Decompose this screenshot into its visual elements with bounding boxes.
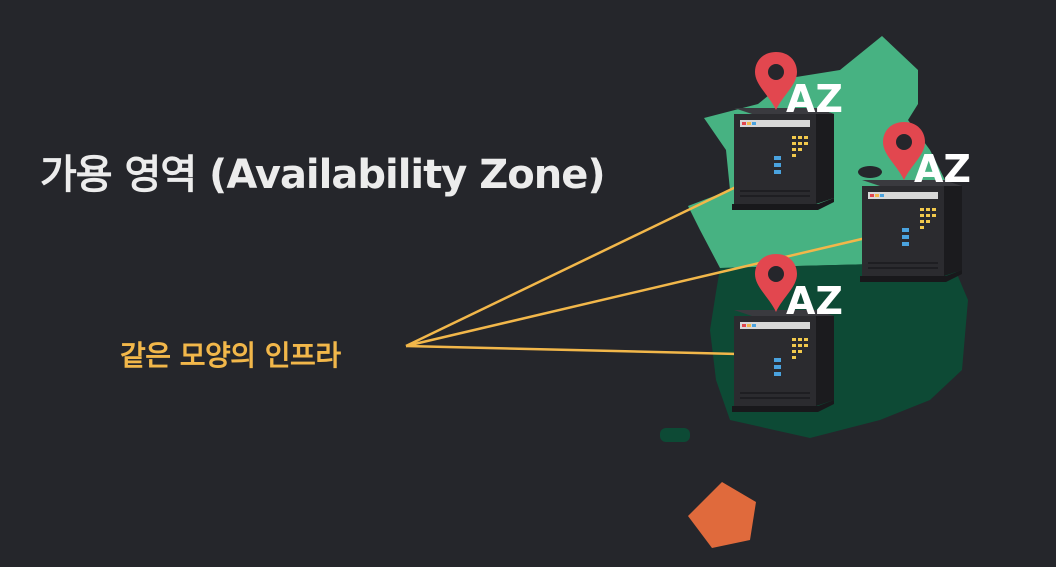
az-label: AZ: [786, 77, 843, 121]
server-icon: [732, 108, 834, 210]
connector-line-3: [405, 344, 739, 356]
map-lake: [858, 166, 882, 178]
server-icon: [732, 310, 834, 412]
server-icon: [860, 180, 962, 282]
diagram-svg: AZ AZ AZ: [405, 36, 971, 548]
connector-line-1: [405, 184, 739, 348]
infra-label: 같은 모양의 인프라: [120, 339, 341, 372]
az-label: AZ: [786, 279, 843, 323]
diagram-canvas: AZ AZ AZ 가용 영역 (Availability Zone) 같은 모양…: [0, 0, 1056, 563]
map-island: [660, 428, 690, 442]
az-label: AZ: [914, 147, 971, 191]
pentagon-island: [688, 482, 756, 548]
page-title: 가용 영역 (Availability Zone): [40, 152, 606, 198]
